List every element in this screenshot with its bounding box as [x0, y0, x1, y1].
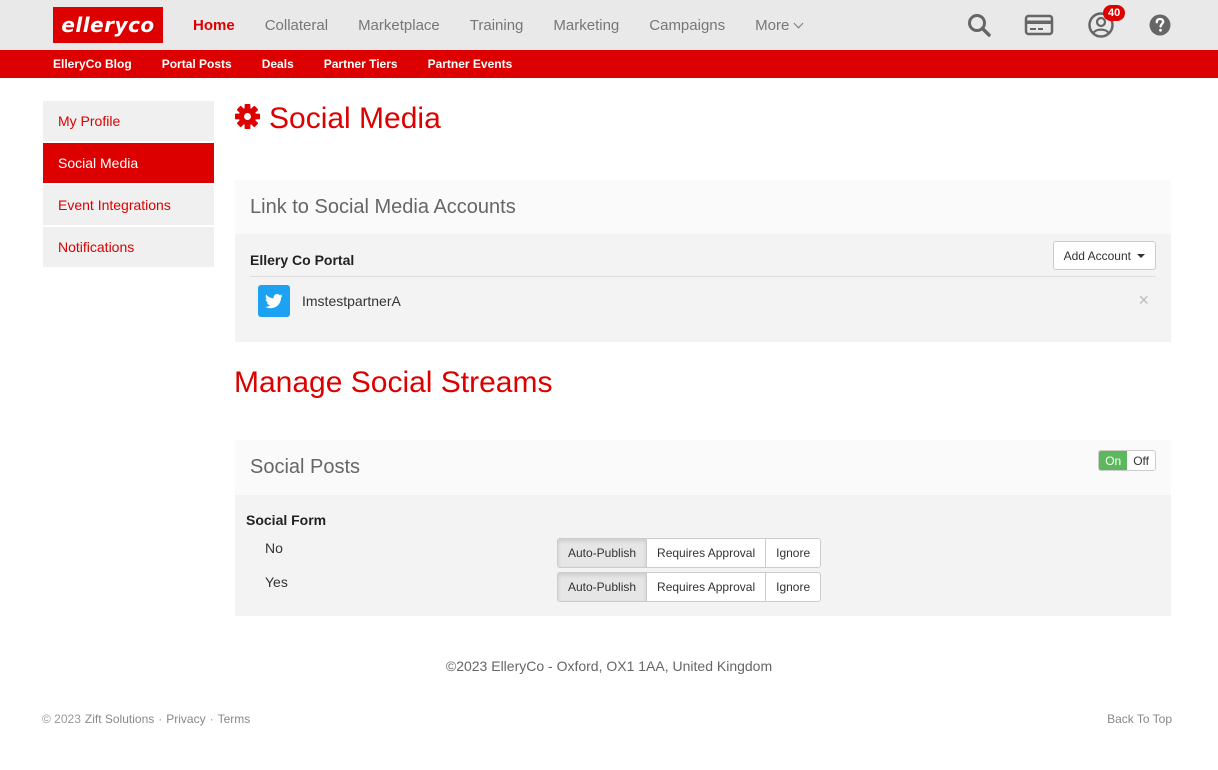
publish-option-group-no: Auto-Publish Requires Approval Ignore [557, 538, 822, 568]
nav-home[interactable]: Home [178, 17, 250, 34]
notification-badge: 40 [1103, 5, 1126, 21]
social-posts-heading: Social Posts [250, 456, 361, 478]
subnav-partner-tiers[interactable]: Partner Tiers [309, 57, 413, 71]
brand-logo-text: elleryco [61, 13, 155, 37]
page-title: Social Media [234, 102, 441, 136]
caret-down-icon [1137, 253, 1145, 258]
main-nav: Home Collateral Marketplace Training Mar… [178, 0, 817, 50]
ignore-button[interactable]: Ignore [765, 573, 820, 601]
toggle-off-option[interactable]: Off [1127, 451, 1155, 470]
separator: · [209, 712, 214, 726]
back-to-top-link[interactable]: Back To Top [1107, 712, 1172, 726]
auto-publish-button[interactable]: Auto-Publish [558, 573, 647, 601]
link-accounts-heading: Link to Social Media Accounts [250, 195, 516, 218]
sidebar-item-my-profile[interactable]: My Profile [43, 101, 214, 141]
help-icon[interactable] [1145, 10, 1175, 40]
remove-account-icon[interactable]: × [1138, 291, 1149, 309]
separator: · [158, 712, 163, 726]
search-icon[interactable] [964, 10, 994, 40]
terms-link[interactable]: Terms [218, 712, 251, 726]
footer-legal: © 2023 Zift Solutions · Privacy · Terms [42, 712, 250, 726]
divider [250, 276, 1156, 277]
brand-logo[interactable]: elleryco [53, 7, 163, 43]
publish-option-group-yes: Auto-Publish Requires Approval Ignore [557, 572, 822, 602]
subnav-deals[interactable]: Deals [247, 57, 309, 71]
top-header: elleryco Home Collateral Marketplace Tra… [0, 0, 1218, 50]
nav-training[interactable]: Training [455, 17, 539, 34]
social-form-title: Social Form [246, 512, 327, 528]
nav-more-label: More [755, 16, 790, 34]
privacy-link[interactable]: Privacy [166, 712, 205, 726]
credit-card-icon[interactable] [1024, 10, 1054, 40]
user-account-icon[interactable]: 40 [1086, 5, 1126, 40]
social-form-panel: Social Form No Auto-Publish Requires App… [235, 495, 1171, 616]
nav-campaigns[interactable]: Campaigns [634, 17, 740, 34]
link-accounts-panel: Ellery Co Portal Add Account Imstestpart… [235, 234, 1171, 342]
company-link[interactable]: Zift Solutions [85, 712, 154, 726]
requires-approval-button[interactable]: Requires Approval [646, 539, 765, 567]
copyright-text: © 2023 [42, 712, 81, 726]
auto-publish-button[interactable]: Auto-Publish [558, 539, 647, 567]
footer-address: ©2023 ElleryCo - Oxford, OX1 1AA, United… [445, 658, 773, 674]
subnav-blog[interactable]: ElleryCo Blog [38, 57, 147, 71]
sub-nav: ElleryCo Blog Portal Posts Deals Partner… [0, 50, 1218, 78]
sidebar-item-notifications[interactable]: Notifications [43, 227, 214, 267]
subnav-partner-events[interactable]: Partner Events [413, 57, 528, 71]
linked-account-name: ImstestpartnerA [302, 293, 401, 309]
portal-name: Ellery Co Portal [250, 252, 355, 268]
subnav-portal-posts[interactable]: Portal Posts [147, 57, 247, 71]
social-posts-toggle[interactable]: On Off [1098, 450, 1156, 471]
manage-streams-heading: Manage Social Streams [234, 366, 553, 399]
link-accounts-header: Link to Social Media Accounts [235, 180, 1171, 234]
requires-approval-button[interactable]: Requires Approval [646, 573, 765, 601]
form-row-label-yes: Yes [265, 574, 288, 590]
sidebar-item-social-media[interactable]: Social Media [43, 143, 214, 183]
add-account-button[interactable]: Add Account [1052, 241, 1156, 270]
twitter-icon [258, 285, 290, 317]
gear-icon [234, 103, 261, 135]
page-title-text: Social Media [269, 102, 441, 135]
ignore-button[interactable]: Ignore [765, 539, 820, 567]
nav-marketplace[interactable]: Marketplace [343, 17, 455, 34]
add-account-label: Add Account [1063, 248, 1131, 263]
settings-sidebar: My Profile Social Media Event Integratio… [43, 101, 214, 269]
nav-more[interactable]: More [740, 17, 817, 34]
nav-collateral[interactable]: Collateral [250, 17, 343, 34]
toggle-on-option[interactable]: On [1099, 451, 1128, 470]
form-row-label-no: No [265, 540, 283, 556]
sidebar-item-event-integrations[interactable]: Event Integrations [43, 185, 214, 225]
nav-marketing[interactable]: Marketing [538, 17, 634, 34]
social-posts-header: Social Posts On Off [235, 440, 1171, 495]
chevron-down-icon [793, 18, 804, 28]
